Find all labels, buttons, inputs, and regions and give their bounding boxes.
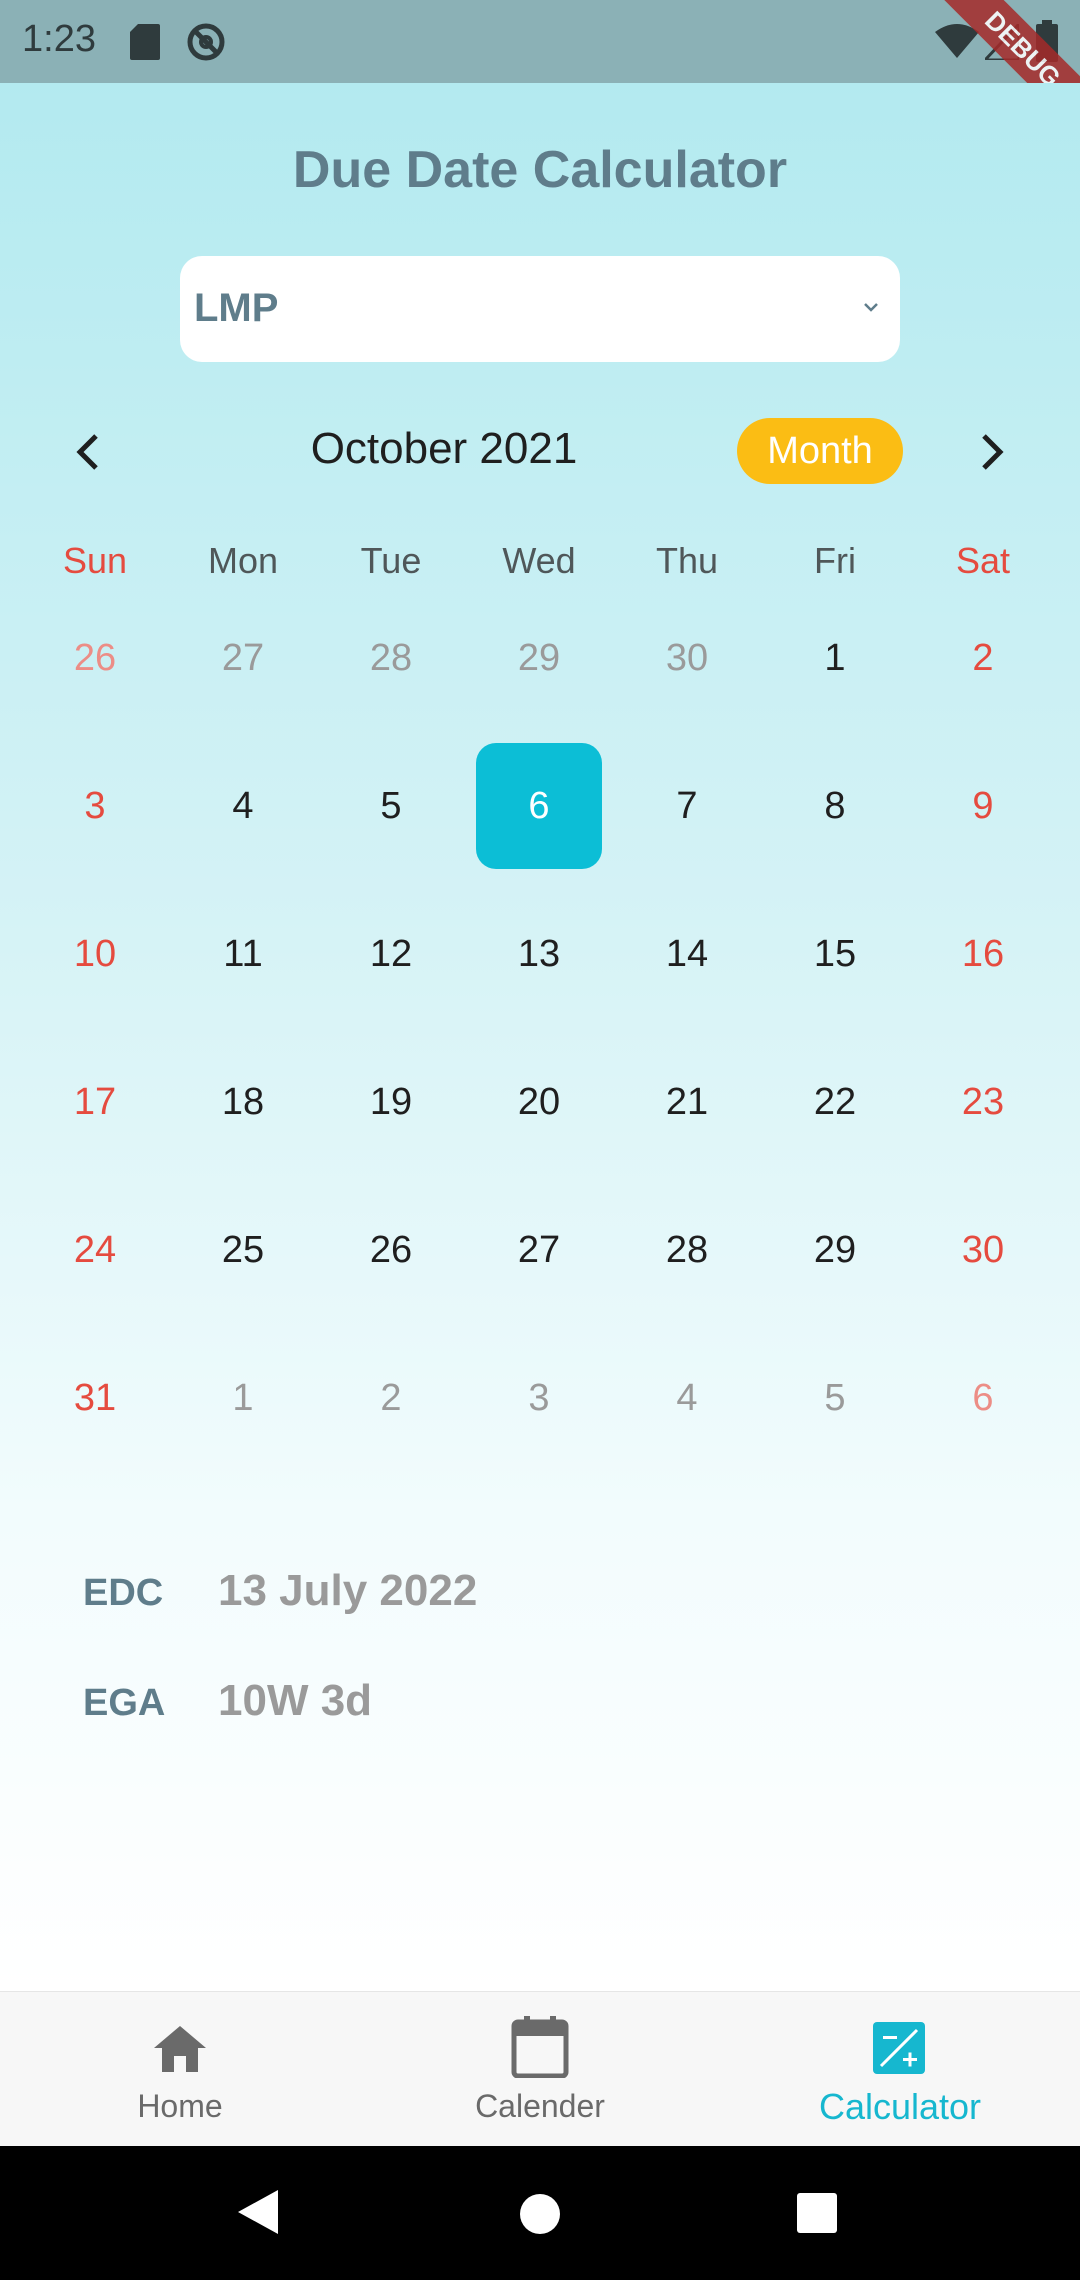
calendar-day[interactable]: 24 [21, 1176, 169, 1324]
calendar-day[interactable]: 31 [21, 1324, 169, 1472]
calendar-day[interactable]: 27 [465, 1176, 613, 1324]
weekday-sat: Sat [955, 540, 1011, 581]
calendar-day[interactable]: 26 [21, 584, 169, 732]
calendar-day[interactable]: 17 [21, 1028, 169, 1176]
ega-label: EGA [83, 1682, 166, 1724]
calendar-day[interactable]: 11 [169, 880, 317, 1028]
calendar-day[interactable]: 16 [909, 880, 1057, 1028]
method-dropdown[interactable]: LMP [180, 256, 900, 362]
weekday-tue: Tue [360, 540, 422, 581]
app-screen: 1:23 DEBUG Due Date Calculator LMP Octob… [0, 0, 1080, 2280]
nav-label-home: Home [137, 2088, 223, 2124]
nav-item-calender[interactable]: Calender [360, 1992, 720, 2147]
calendar-day[interactable]: 5 [317, 732, 465, 880]
nav-label-calender: Calender [475, 2088, 605, 2124]
calendar-day[interactable]: 4 [169, 732, 317, 880]
calendar-day[interactable]: 9 [909, 732, 1057, 880]
calendar-day[interactable]: 3 [21, 732, 169, 880]
calendar-day[interactable]: 15 [761, 880, 909, 1028]
calendar-day[interactable]: 23 [909, 1028, 1057, 1176]
weekday-wed: Wed [502, 540, 576, 581]
calendar-day[interactable]: 20 [465, 1028, 613, 1176]
calendar-day[interactable]: 6 [909, 1324, 1057, 1472]
method-dropdown-value: LMP [194, 286, 279, 330]
calendar-day[interactable]: 22 [761, 1028, 909, 1176]
calendar-day[interactable]: 10 [21, 880, 169, 1028]
calendar-day[interactable]: 19 [317, 1028, 465, 1176]
calendar-day[interactable]: 12 [317, 880, 465, 1028]
nav-item-home[interactable]: Home [0, 1992, 360, 2147]
chevron-down-icon[interactable] [861, 300, 881, 319]
home-circle-icon[interactable] [518, 2192, 562, 2241]
status-time: 1:23 [22, 18, 96, 60]
sd-card-icon [130, 24, 160, 65]
calendar-day[interactable]: 30 [909, 1176, 1057, 1324]
calendar-day[interactable]: 18 [169, 1028, 317, 1176]
weekday-thu: Thu [655, 540, 719, 581]
recents-icon[interactable] [796, 2192, 838, 2239]
format-toggle-button[interactable]: Month [737, 418, 903, 484]
previous-month-button[interactable] [68, 428, 108, 481]
calendar-day[interactable]: 4 [613, 1324, 761, 1472]
calendar-day[interactable]: 2 [909, 584, 1057, 732]
edc-value: 13 July 2022 [218, 1566, 478, 1615]
calendar-day[interactable]: 28 [613, 1176, 761, 1324]
weekday-fri: Fri [814, 540, 856, 581]
calendar-day[interactable]: 13 [465, 880, 613, 1028]
nav-item-calculator[interactable]: Calculator [720, 1992, 1080, 2147]
calendar-day[interactable]: 28 [317, 584, 465, 732]
status-bar: 1:23 DEBUG [0, 0, 1080, 146]
calendar-day[interactable]: 2 [317, 1324, 465, 1472]
calendar-day[interactable]: 21 [613, 1028, 761, 1176]
nav-label-calculator: Calculator [818, 2086, 982, 2127]
calendar-day[interactable]: 3 [465, 1324, 613, 1472]
calendar-day[interactable]: 7 [613, 732, 761, 880]
page-title: Due Date Calculator [292, 141, 788, 199]
bottom-nav: Home Calender Calculator [0, 1991, 1080, 2147]
calculator-icon [873, 2022, 925, 2079]
edc-label: EDC [83, 1572, 164, 1614]
calendar-day[interactable]: 1 [761, 584, 909, 732]
calendar-day[interactable]: 27 [169, 584, 317, 732]
calendar-day[interactable]: 29 [465, 584, 613, 732]
calendar-day[interactable]: 25 [169, 1176, 317, 1324]
calendar-icon [510, 2016, 570, 2083]
weekday-mon: Mon [207, 540, 279, 581]
calendar-day[interactable]: 5 [761, 1324, 909, 1472]
weekday-sun: Sun [62, 540, 128, 581]
calendar-day[interactable]: 1 [169, 1324, 317, 1472]
wifi-icon [935, 24, 979, 65]
home-icon [152, 2024, 208, 2079]
system-nav-bar [0, 2146, 1080, 2280]
calendar-day[interactable]: 14 [613, 880, 761, 1028]
calendar-day[interactable]: 26 [317, 1176, 465, 1324]
calendar-day[interactable]: 29 [761, 1176, 909, 1324]
calendar-day[interactable]: 8 [761, 732, 909, 880]
ega-value: 10W 3d [218, 1676, 373, 1725]
selected-calendar-day[interactable]: 6 [465, 732, 613, 880]
back-icon[interactable] [236, 2188, 280, 2241]
calendar-day[interactable]: 30 [613, 584, 761, 732]
selected-day-label: 6 [476, 743, 602, 869]
next-month-button[interactable] [972, 428, 1012, 481]
do-not-disturb-icon [186, 22, 226, 67]
month-title: October 2021 [310, 424, 578, 473]
